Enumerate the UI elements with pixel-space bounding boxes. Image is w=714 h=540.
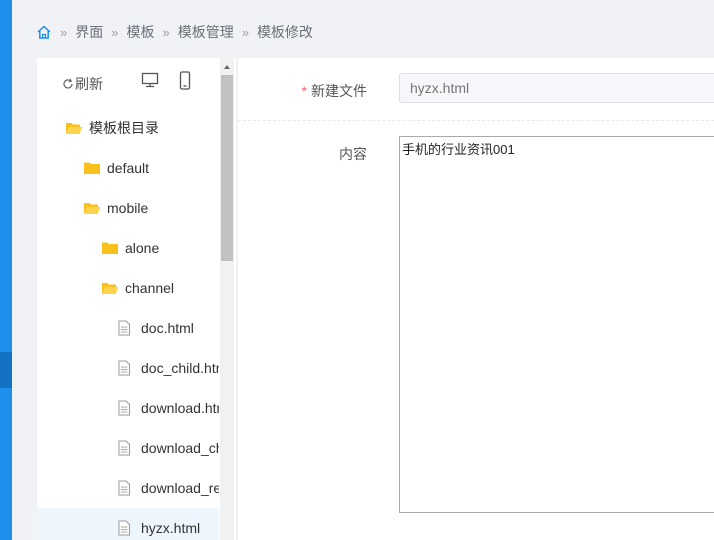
file-icon <box>117 360 135 376</box>
tree-item-default[interactable]: default <box>37 148 219 188</box>
breadcrumb-item[interactable]: 模板管理 <box>178 22 234 42</box>
folder-icon <box>101 240 119 256</box>
home-icon[interactable] <box>36 24 52 40</box>
tree-item-label: download.html <box>141 400 219 416</box>
tree-item-label: mobile <box>107 200 149 216</box>
tree-item-file[interactable]: doc.html <box>37 308 219 348</box>
tree-item-mobile[interactable]: mobile <box>37 188 219 228</box>
template-tree-panel: 刷新 模板根目录 default mobile alone channel do… <box>37 58 236 540</box>
file-icon <box>117 520 135 536</box>
tree-item-label: doc_child.html <box>141 360 219 376</box>
breadcrumb-separator-icon: » <box>241 24 249 40</box>
scrollbar-thumb[interactable] <box>221 75 233 261</box>
folder-icon <box>83 160 101 176</box>
tree-item-file[interactable]: doc_child.html <box>37 348 219 388</box>
tree-item-label: download_child.html <box>141 440 219 456</box>
tree-item-file[interactable]: download.html <box>37 388 219 428</box>
content-label: 内容 <box>339 146 367 162</box>
file-icon <box>117 440 135 456</box>
template-tree: 模板根目录 default mobile alone channel doc.h… <box>37 108 219 540</box>
tree-item-label: hyzx.html <box>141 520 201 536</box>
tree-item-file[interactable]: download_recommend.html <box>37 468 219 508</box>
breadcrumb-item[interactable]: 界面 <box>75 22 103 42</box>
required-mark: * <box>301 83 307 99</box>
tree-scrollbar[interactable] <box>220 58 234 540</box>
tree-item-label: channel <box>125 280 175 296</box>
file-name-input[interactable] <box>399 73 714 103</box>
breadcrumb-separator-icon: » <box>162 24 170 40</box>
refresh-label: 刷新 <box>75 76 103 92</box>
tree-item-label: 模板根目录 <box>89 120 159 136</box>
breadcrumb: » 界面 » 模板 » 模板管理 » 模板修改 <box>12 6 714 58</box>
scroll-up-icon[interactable] <box>224 65 230 69</box>
tree-item-channel[interactable]: channel <box>37 268 219 308</box>
mobile-view-icon[interactable] <box>179 71 191 93</box>
breadcrumb-current: 模板修改 <box>256 24 313 40</box>
breadcrumb-separator-icon: » <box>111 24 119 40</box>
tree-toolbar: 刷新 <box>37 58 219 108</box>
tree-item-root[interactable]: 模板根目录 <box>37 108 219 148</box>
folder-open-icon <box>83 200 101 216</box>
breadcrumb-item[interactable]: 模板 <box>126 22 154 42</box>
refresh-button[interactable]: 刷新 <box>62 74 103 94</box>
breadcrumb-separator-icon: » <box>60 24 68 40</box>
tree-item-label: default <box>107 160 150 176</box>
sidebar-strip <box>0 0 12 540</box>
tree-item-file-selected[interactable]: hyzx.html <box>37 508 219 540</box>
file-icon <box>117 400 135 416</box>
content-textarea[interactable]: 手机的行业资讯001 <box>399 136 714 513</box>
folder-open-icon <box>101 280 119 296</box>
tree-item-label: download_recommend.html <box>141 480 219 496</box>
folder-open-icon <box>65 120 83 136</box>
refresh-icon <box>62 78 74 90</box>
tree-item-label: alone <box>125 240 160 256</box>
tree-item-alone[interactable]: alone <box>37 228 219 268</box>
file-icon <box>117 480 135 496</box>
sidebar-active-item[interactable] <box>0 352 12 388</box>
tree-item-file[interactable]: download_child.html <box>37 428 219 468</box>
desktop-view-icon[interactable] <box>141 72 159 91</box>
file-icon <box>117 320 135 336</box>
template-edit-form: *新建文件 内容 手机的行业资讯001 <box>238 58 714 540</box>
tree-item-label: doc.html <box>141 320 194 336</box>
file-name-label: * 新建文件 <box>301 83 367 99</box>
